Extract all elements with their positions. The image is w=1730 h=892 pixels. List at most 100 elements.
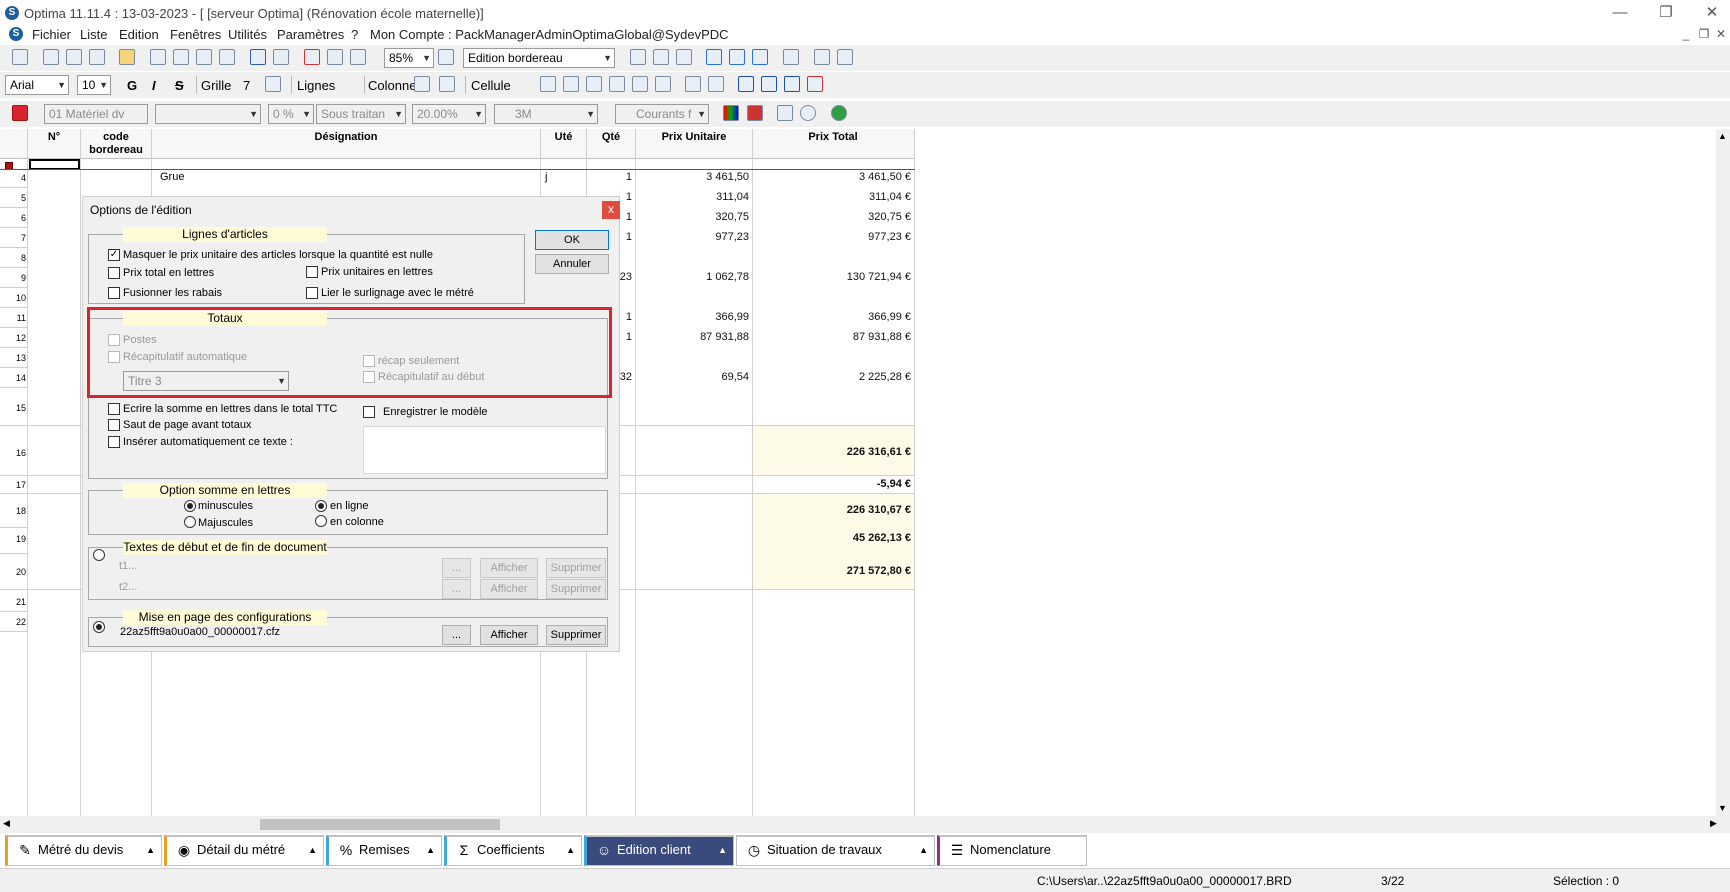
prix-unit-lettres-checkbox[interactable]: [306, 266, 318, 278]
column-icon[interactable]: [414, 76, 430, 92]
delete-icon[interactable]: [12, 105, 28, 121]
menu-fichier[interactable]: Fichier: [32, 27, 71, 42]
minuscules-radio[interactable]: [184, 500, 196, 512]
inner-minimize-button[interactable]: _: [1678, 24, 1694, 44]
menu-edition[interactable]: Edition: [119, 27, 159, 42]
t1-browse-button[interactable]: ...: [442, 558, 471, 578]
menu-parametres[interactable]: Paramètres: [277, 27, 344, 42]
outdent-icon[interactable]: [708, 76, 724, 92]
scroll-up-icon[interactable]: ▲: [1718, 131, 1727, 141]
mise-supprimer-button[interactable]: Supprimer: [546, 625, 606, 645]
lignes-label[interactable]: Lignes: [297, 78, 335, 93]
duplicate-icon[interactable]: [66, 49, 82, 65]
tva-select[interactable]: 0 % ▼: [268, 104, 314, 124]
textes-radio[interactable]: [93, 549, 105, 561]
en-colonne-radio[interactable]: [315, 515, 327, 527]
horizontal-scroll-thumb[interactable]: [260, 819, 500, 830]
menu-fenetres[interactable]: Fenêtres: [170, 27, 221, 42]
border-top-icon[interactable]: [540, 76, 556, 92]
tab-edition-client[interactable]: ☺ Edition client ▲: [584, 835, 734, 866]
format-brush-icon[interactable]: [784, 76, 800, 92]
calendar-icon[interactable]: [747, 105, 763, 121]
menu-help[interactable]: ?: [351, 27, 358, 42]
clear-format-icon[interactable]: [807, 76, 823, 92]
copy-window-icon[interactable]: [12, 49, 28, 65]
font-size-select[interactable]: 10 ▼: [77, 75, 111, 95]
scroll-right-icon[interactable]: ▶: [1710, 818, 1717, 829]
redo-icon[interactable]: [273, 49, 289, 65]
tab-remises[interactable]: % Remises ▲: [326, 835, 442, 866]
cancel-button[interactable]: Annuler: [535, 254, 609, 274]
insert-text-area[interactable]: [363, 426, 606, 474]
copy-icon[interactable]: [173, 49, 189, 65]
tools-icon[interactable]: [783, 49, 799, 65]
open-folder-icon[interactable]: [119, 49, 135, 65]
sous-traitant-select[interactable]: Sous traitan ▼: [316, 104, 406, 124]
print-setup-icon[interactable]: [350, 49, 366, 65]
cellule-label[interactable]: Cellule: [471, 78, 511, 93]
courants-select[interactable]: Courants f ▼: [615, 104, 709, 124]
horizontal-scrollbar[interactable]: ◀ ▶: [0, 816, 1730, 833]
t2-afficher-button[interactable]: Afficher: [480, 579, 538, 599]
border-bottom-icon[interactable]: [586, 76, 602, 92]
replace-icon[interactable]: [777, 105, 793, 121]
saut-checkbox[interactable]: [108, 419, 120, 431]
close-window-button[interactable]: ✕: [1697, 3, 1727, 23]
align-right-icon[interactable]: [655, 76, 671, 92]
t2-browse-button[interactable]: ...: [442, 579, 471, 599]
restore-button[interactable]: ❐: [1651, 3, 1681, 23]
tab-metre-devis[interactable]: ✎ Métré du devis ▲: [5, 835, 162, 866]
prix-total-lettres-checkbox[interactable]: [108, 267, 120, 279]
indent-icon[interactable]: [685, 76, 701, 92]
layout-icon[interactable]: [630, 49, 646, 65]
page-icon[interactable]: [438, 49, 454, 65]
strike-button[interactable]: S: [175, 78, 184, 93]
masquer-checkbox[interactable]: ✓: [108, 249, 120, 261]
ok-button[interactable]: OK: [535, 230, 609, 250]
font-select[interactable]: Arial ▼: [5, 75, 69, 95]
sync-icon[interactable]: [837, 49, 853, 65]
lier-checkbox[interactable]: [306, 287, 318, 299]
minimize-button[interactable]: —: [1605, 3, 1635, 23]
print-icon[interactable]: [327, 49, 343, 65]
table-icon[interactable]: [676, 49, 692, 65]
mode-select[interactable]: Edition bordereau ▼: [463, 48, 615, 68]
move-updown-icon[interactable]: [752, 49, 768, 65]
dialog-close-button[interactable]: x: [602, 201, 620, 219]
bold-button[interactable]: G: [127, 78, 137, 93]
en-ligne-radio[interactable]: [315, 500, 327, 512]
t2-supprimer-button[interactable]: Supprimer: [546, 579, 606, 599]
percentage-select[interactable]: 20.00% ▼: [412, 104, 486, 124]
menu-mon-compte[interactable]: Mon Compte : PackManagerAdminOptimaGloba…: [370, 27, 729, 42]
majuscules-radio[interactable]: [184, 516, 196, 528]
move-top-icon[interactable]: [706, 49, 722, 65]
cut-icon[interactable]: [150, 49, 166, 65]
menu-utilites[interactable]: Utilités: [228, 27, 267, 42]
mise-afficher-button[interactable]: Afficher: [480, 625, 538, 645]
move-bottom-icon[interactable]: [729, 49, 745, 65]
mise-radio[interactable]: [93, 621, 105, 633]
t1-afficher-button[interactable]: Afficher: [480, 558, 538, 578]
align-center-icon[interactable]: [632, 76, 648, 92]
paste-icon[interactable]: [196, 49, 212, 65]
grid-icon[interactable]: [265, 76, 281, 92]
new-file-icon[interactable]: [43, 49, 59, 65]
undo-icon[interactable]: [250, 49, 266, 65]
empty-select[interactable]: ▼: [155, 104, 261, 124]
paste-special-icon[interactable]: [219, 49, 235, 65]
materiel-select[interactable]: 01 Matériel dv: [44, 104, 148, 124]
tab-detail-metre[interactable]: ◉ Détail du métré ▲: [164, 835, 324, 866]
print-preview-icon[interactable]: [304, 49, 320, 65]
color-palette-icon[interactable]: [723, 105, 739, 121]
currency-green-icon[interactable]: [831, 105, 847, 121]
colonne-label[interactable]: Colonne: [368, 78, 416, 93]
inserer-checkbox[interactable]: [108, 436, 120, 448]
save-icon[interactable]: [89, 49, 105, 65]
unit-select[interactable]: 3M ▼: [494, 104, 598, 124]
font-color-icon[interactable]: [738, 76, 754, 92]
align-left-icon[interactable]: [609, 76, 625, 92]
fill-color-icon[interactable]: [761, 76, 777, 92]
border-middle-icon[interactable]: [563, 76, 579, 92]
enregistrer-checkbox[interactable]: [363, 406, 375, 418]
inner-close-button[interactable]: ✕: [1713, 24, 1729, 44]
